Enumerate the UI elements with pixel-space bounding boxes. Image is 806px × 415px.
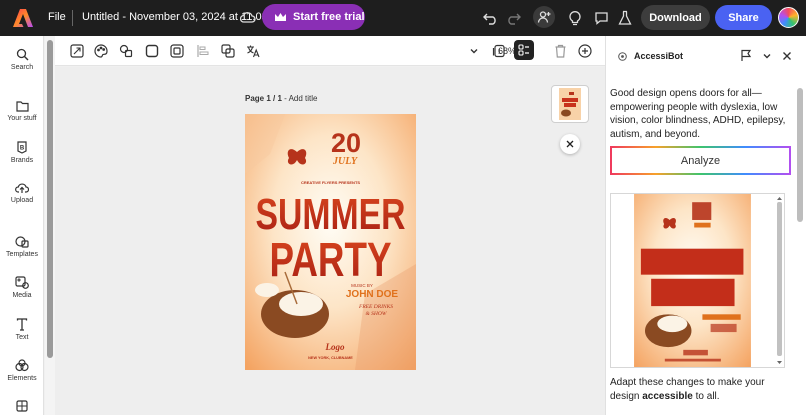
download-button[interactable]: Download <box>641 5 710 30</box>
arrange-layers-icon[interactable] <box>220 43 236 59</box>
summer-party-poster[interactable]: 20 JULY CREATIVE FLYERS PRESENTS SUMMER … <box>245 114 416 370</box>
chevron-down-icon[interactable] <box>466 43 482 59</box>
left-sidebar: Search Your stuff B Brands Upload Templa… <box>0 36 44 415</box>
trial-label: Start free trial <box>293 11 365 23</box>
resize-icon[interactable] <box>69 43 85 59</box>
page-thumbnail-image <box>559 88 581 120</box>
beta-lab-flask-icon[interactable] <box>615 8 635 28</box>
close-panel-button[interactable] <box>560 134 580 154</box>
sidebar-item-label: Templates <box>6 251 38 258</box>
sidebar-item-label: Upload <box>10 197 34 204</box>
brand-icon: B <box>17 141 27 154</box>
border-icon[interactable] <box>169 43 185 59</box>
start-free-trial-button[interactable]: Start free trial <box>262 4 365 30</box>
poster-drinks-line2: & SHOW <box>366 311 387 317</box>
add-page-icon[interactable] <box>577 43 593 59</box>
poster-date-month: JULY <box>332 156 358 167</box>
chevron-down-icon[interactable] <box>762 51 772 61</box>
sidebar-scrollbar-thumb[interactable] <box>47 40 53 358</box>
poster-music-by: MUSIC BY <box>351 283 373 288</box>
bottom-text-bold: accessible <box>642 390 693 402</box>
trash-icon[interactable] <box>552 43 568 59</box>
frame-icon[interactable] <box>144 43 160 59</box>
editor-toolbar: 68% 1 <box>55 36 605 66</box>
comment-icon[interactable] <box>591 8 611 28</box>
sidebar-item-elements[interactable]: Elements <box>0 359 44 382</box>
analyze-button[interactable]: Analyze <box>610 146 791 175</box>
grid-icon <box>16 400 28 412</box>
shapes-icon[interactable] <box>118 43 134 59</box>
layers-button[interactable] <box>514 40 534 60</box>
file-menu[interactable]: File <box>48 11 66 23</box>
accessibot-icon <box>618 52 627 61</box>
sidebar-item-search[interactable]: Search <box>0 48 44 71</box>
top-bar: File Untitled - November 03, 2024 at 11.… <box>0 0 806 36</box>
sidebar-item-label: Elements <box>7 375 37 382</box>
preview-poster-image <box>634 194 751 367</box>
sidebar-item-label: Brands <box>10 157 34 164</box>
elements-icon <box>15 359 29 372</box>
close-icon <box>566 140 574 148</box>
page-indicator: Page 1 / 1 - Add title <box>245 94 318 103</box>
crown-icon <box>275 12 286 21</box>
sidebar-item-text[interactable]: Text <box>0 318 44 341</box>
text-icon <box>16 318 28 331</box>
sidebar-item-your-stuff[interactable]: Your stuff <box>0 100 44 122</box>
sidebar-item-brands[interactable]: B Brands <box>0 141 44 164</box>
folder-icon <box>15 101 29 112</box>
media-icon <box>15 276 29 289</box>
close-icon[interactable] <box>782 51 792 61</box>
templates-icon <box>15 236 29 248</box>
page-number: Page 1 / 1 <box>245 94 282 103</box>
page-thumbnail[interactable] <box>551 85 589 123</box>
sidebar-item-label: Text <box>15 334 29 341</box>
adobe-express-logo-icon[interactable] <box>12 8 34 28</box>
sidebar-item-templates[interactable]: Templates <box>0 235 44 258</box>
panel-intro-text: Good design opens doors for all—empoweri… <box>610 88 786 140</box>
pages-icon[interactable]: 1 <box>491 43 507 59</box>
palette-icon[interactable] <box>93 43 109 59</box>
translate-icon[interactable] <box>245 43 261 59</box>
add-title-link[interactable]: - Add title <box>282 94 317 103</box>
flag-icon[interactable] <box>740 49 752 62</box>
lightbulb-icon[interactable] <box>565 8 585 28</box>
sidebar-item-media[interactable]: Media <box>0 276 44 299</box>
layers-icon <box>518 44 529 56</box>
poster-drinks-line1: FREE DRINKS <box>358 304 393 310</box>
search-icon <box>16 48 28 61</box>
sidebar-item-label: Search <box>10 64 34 71</box>
poster-location: NEW YORK, CLUBNAME <box>308 356 353 360</box>
svg-text:B: B <box>20 146 25 152</box>
share-button[interactable]: Share <box>715 5 772 30</box>
preview-scrollbar[interactable] <box>776 196 783 366</box>
user-avatar[interactable] <box>778 7 799 28</box>
panel-bottom-text: Adapt these changes to make your design … <box>610 376 790 403</box>
align-icon[interactable] <box>195 43 211 59</box>
cloud-sync-icon[interactable] <box>240 10 256 24</box>
panel-title: AccessiBot <box>634 51 684 61</box>
upload-icon <box>15 183 29 193</box>
design-preview <box>610 193 785 368</box>
sidebar-item-label: Your stuff <box>7 115 37 122</box>
sidebar-item-label: Media <box>12 292 32 299</box>
poster-presents: CREATIVE FLYERS PRESENTS <box>301 180 360 185</box>
svg-text:1: 1 <box>498 50 502 56</box>
undo-icon[interactable] <box>481 8 501 28</box>
poster-date-number: 20 <box>331 128 361 158</box>
poster-logo-text: Logo <box>325 342 345 352</box>
divider <box>72 10 73 26</box>
panel-scrollbar-thumb[interactable] <box>797 88 803 222</box>
redo-icon[interactable] <box>503 8 523 28</box>
invite-user-icon[interactable] <box>533 6 555 28</box>
bottom-text-tail: to all. <box>692 390 720 402</box>
poster-title-line1: SUMMER <box>256 190 406 239</box>
poster-artist: JOHN DOE <box>346 289 399 300</box>
sidebar-item-more[interactable] <box>0 400 44 412</box>
sidebar-item-upload[interactable]: Upload <box>0 182 44 204</box>
